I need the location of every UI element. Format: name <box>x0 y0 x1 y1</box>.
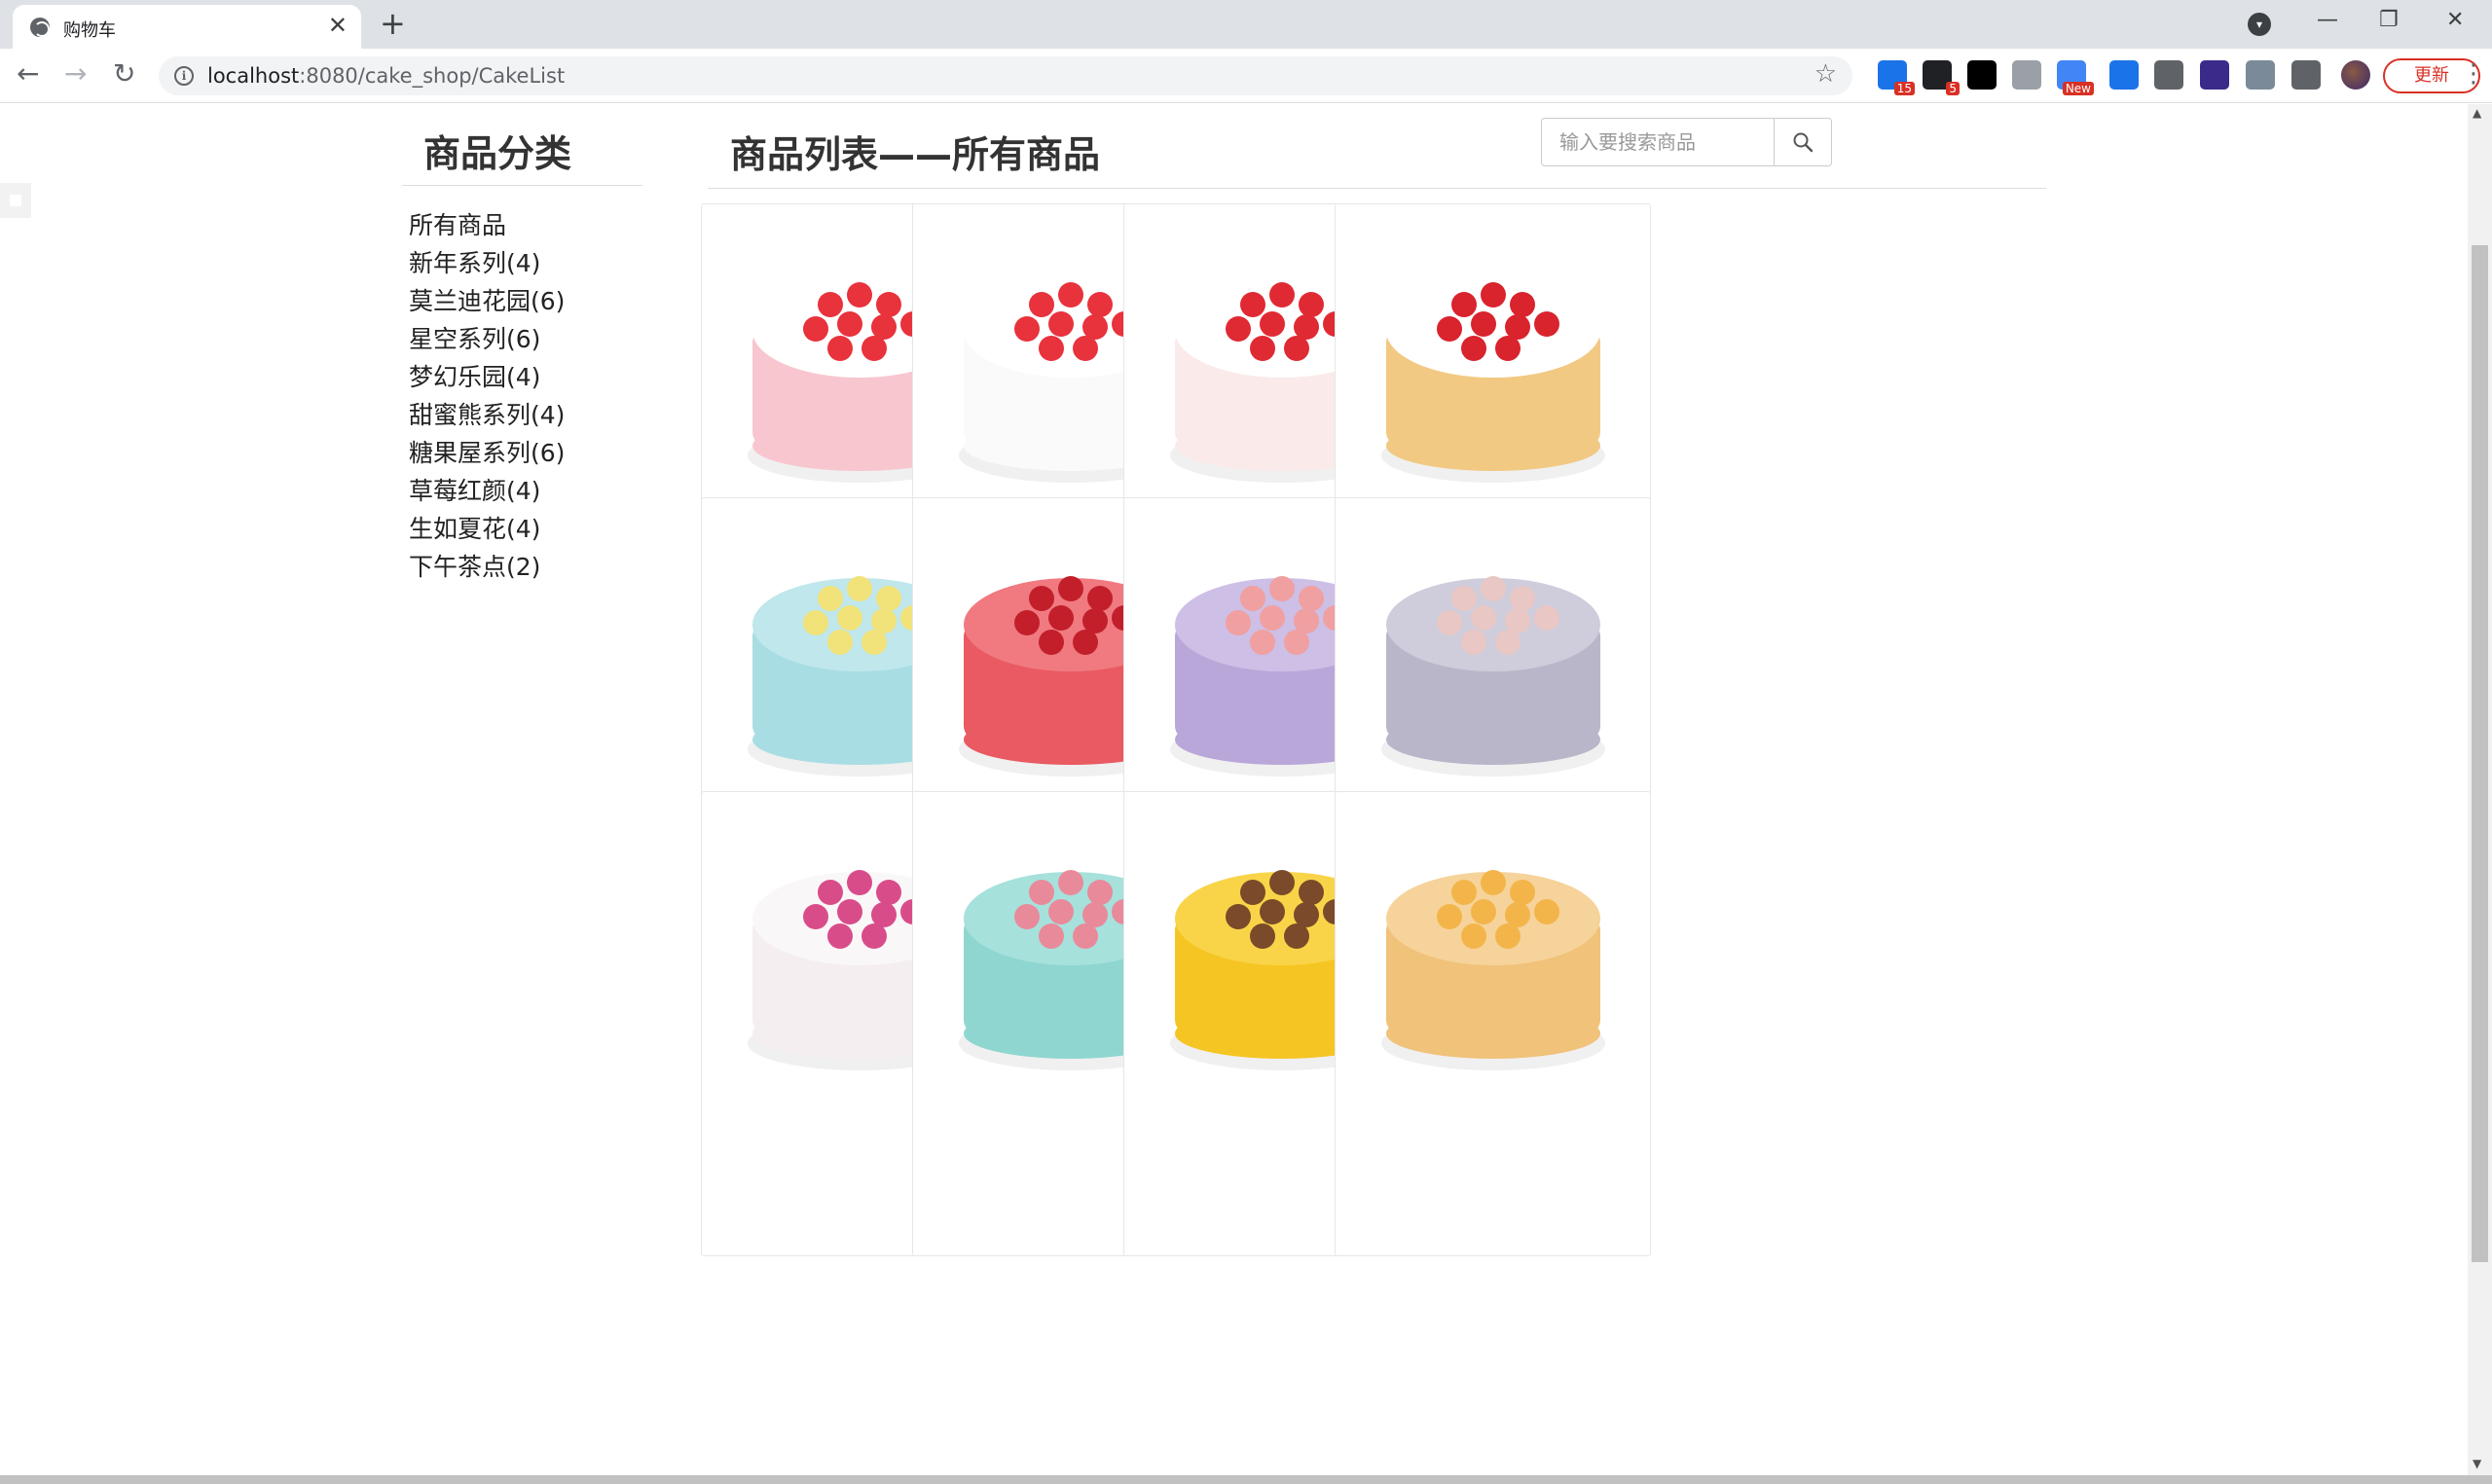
category-list: 所有商品 新年系列(4) 莫兰迪花园(6) 星空系列(6) 梦幻乐园(4) 甜蜜熊系列(4… <box>409 206 565 586</box>
ext-diamond-icon[interactable] <box>2109 60 2139 90</box>
search-input[interactable] <box>1541 118 1775 166</box>
extension-badge: 15 <box>1893 82 1915 95</box>
category-item[interactable]: 糖果屋系列(6) <box>409 434 565 472</box>
tab-title: 购物车 <box>63 20 116 41</box>
tab-search-icon[interactable]: ▾ <box>2248 13 2271 36</box>
extension-badge: 5 <box>1946 82 1960 95</box>
extension-badge: New <box>2062 82 2094 95</box>
scroll-thumb[interactable] <box>2472 245 2488 1262</box>
side-marker <box>0 183 31 218</box>
url-host: localhost <box>207 64 300 88</box>
horizontal-scrollbar[interactable] <box>0 1475 2492 1484</box>
info-icon[interactable]: i <box>174 66 194 86</box>
category-item[interactable]: 所有商品 <box>409 206 565 244</box>
ext-loop-icon[interactable] <box>1967 60 1997 90</box>
search-icon <box>1793 132 1814 153</box>
category-item[interactable]: 梦幻乐园(4) <box>409 358 565 396</box>
product-image[interactable] <box>1345 212 1642 509</box>
ext-black-icon[interactable]: 5 <box>1923 60 1960 95</box>
ext-vee-icon[interactable] <box>2154 60 2183 90</box>
category-item[interactable]: 生如夏花(4) <box>409 510 565 548</box>
category-title: 商品分类 <box>423 132 572 175</box>
reload-icon[interactable]: ↻ <box>113 58 135 90</box>
search-button[interactable] <box>1774 118 1832 166</box>
vertical-scrollbar[interactable]: ▲ ▼ <box>2468 104 2492 1476</box>
product-card[interactable] <box>1335 791 1651 1256</box>
category-divider <box>402 185 642 186</box>
browser-tab[interactable]: 购物车 ✕ <box>13 5 361 49</box>
close-tab-icon[interactable]: ✕ <box>328 14 348 37</box>
product-image[interactable] <box>1345 506 1642 803</box>
category-item[interactable]: 甜蜜熊系列(4) <box>409 396 565 434</box>
back-icon[interactable]: ← <box>17 58 39 90</box>
new-tab-button[interactable]: + <box>380 8 406 39</box>
ext-pointer-icon[interactable] <box>2012 60 2041 90</box>
product-list-divider <box>708 188 2046 189</box>
ext-grid-icon[interactable]: 15 <box>1878 60 1915 95</box>
bookmark-star-icon[interactable]: ☆ <box>1814 59 1837 89</box>
menu-icon[interactable]: ⋮ <box>2461 59 2486 89</box>
avatar[interactable] <box>2341 60 2370 90</box>
ext-image-icon[interactable] <box>2246 60 2275 90</box>
ext-puzzle-icon[interactable] <box>2291 60 2321 90</box>
address-bar[interactable]: i localhost:8080/cake_shop/CakeList ☆ <box>159 56 1852 95</box>
scroll-down-icon[interactable]: ▼ <box>2473 1457 2481 1470</box>
category-item[interactable]: 莫兰迪花园(6) <box>409 282 565 320</box>
category-item[interactable]: 草莓红颜(4) <box>409 472 565 510</box>
tab-strip: 购物车 ✕ + ▾ — ❐ ✕ <box>0 0 2492 49</box>
category-item[interactable]: 星空系列(6) <box>409 320 565 358</box>
product-image[interactable] <box>1345 800 1642 1097</box>
category-item[interactable]: 下午茶点(2) <box>409 548 565 586</box>
globe-icon <box>30 18 50 37</box>
restore-icon[interactable]: ❐ <box>2379 8 2399 33</box>
product-list-title: 商品列表——所有商品 <box>730 133 1101 176</box>
close-window-icon[interactable]: ✕ <box>2446 8 2464 33</box>
ext-new-icon[interactable]: New <box>2057 60 2094 95</box>
minimize-icon[interactable]: — <box>2317 8 2338 33</box>
forward-icon[interactable]: → <box>64 58 87 90</box>
ext-ia-icon[interactable] <box>2200 60 2229 90</box>
url-path: :8080/cake_shop/CakeList <box>299 64 566 88</box>
scroll-up-icon[interactable]: ▲ <box>2473 106 2481 120</box>
url-text: localhost:8080/cake_shop/CakeList <box>207 64 565 88</box>
category-item[interactable]: 新年系列(4) <box>409 244 565 282</box>
